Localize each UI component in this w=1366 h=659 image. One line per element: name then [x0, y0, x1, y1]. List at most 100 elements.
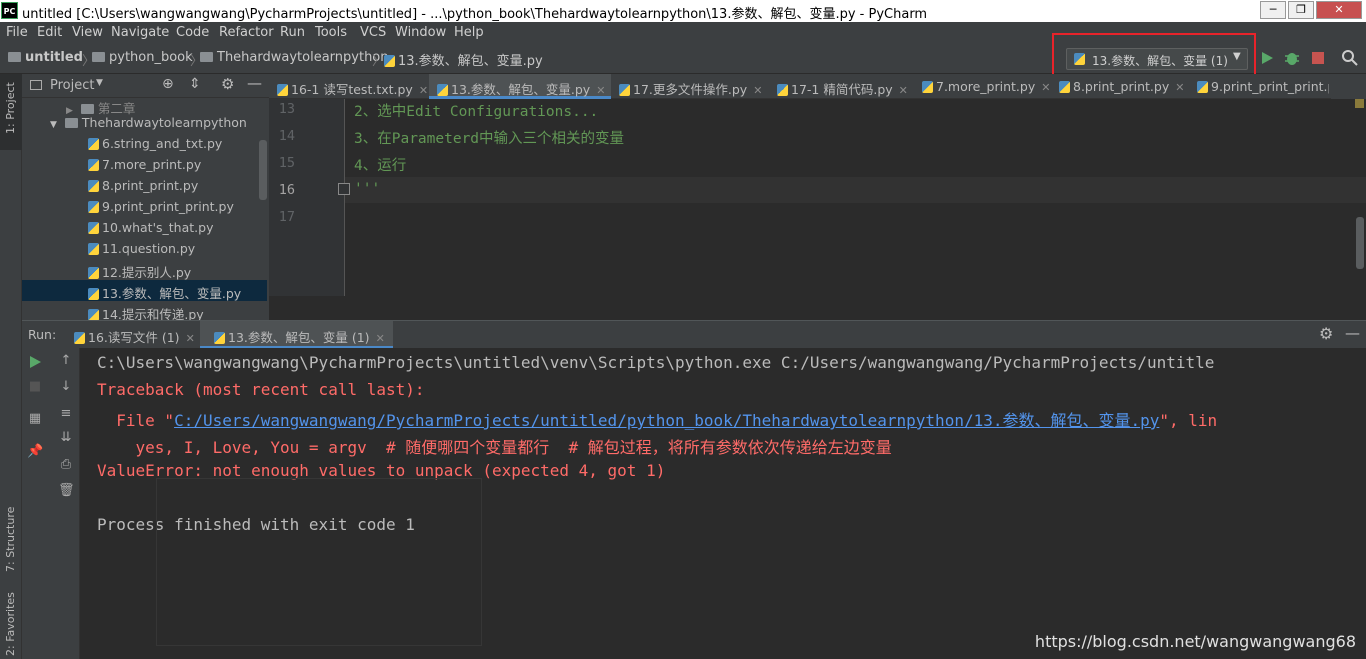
menu-edit[interactable]: Edit	[37, 25, 62, 40]
tree-item-file[interactable]: 7.more_print.py	[88, 157, 201, 172]
tree-item-file[interactable]: 11.question.py	[88, 241, 195, 256]
console-file-line: File "C:/Users/wangwangwang/PycharmProje…	[97, 411, 1218, 430]
line-number: 15	[278, 155, 295, 171]
breadcrumb-thehardway[interactable]: Thehardwaytolearnpython	[200, 50, 389, 65]
tree-item-folder[interactable]: ▼ Thehardwaytolearnpython	[50, 115, 247, 130]
tab-overflow[interactable]	[1331, 74, 1366, 99]
close-button[interactable]: ✕	[1316, 1, 1362, 19]
tab-13-active[interactable]: 13.参数、解包、变量.py ✕	[429, 74, 611, 99]
tab-16-1[interactable]: 16-1 读写test.txt.py ✕	[269, 74, 429, 99]
project-view-selector[interactable]: Project	[50, 78, 94, 93]
project-tool-label[interactable]: 1: Project	[4, 82, 17, 134]
search-icon[interactable]	[1341, 49, 1359, 67]
current-line-highlight	[345, 177, 1366, 203]
python-file-icon	[88, 138, 99, 150]
breadcrumb-python-book[interactable]: python_book	[92, 50, 193, 65]
python-file-icon	[437, 84, 448, 96]
python-file-icon	[277, 84, 288, 96]
project-scrollbar[interactable]	[259, 140, 267, 200]
tab-17[interactable]: 17.更多文件操作.py ✕	[611, 74, 769, 99]
structure-tool-label[interactable]: 7: Structure	[4, 507, 17, 572]
code-line: '''	[354, 181, 381, 197]
close-tab-icon[interactable]: ✕	[1041, 81, 1050, 94]
rerun-icon[interactable]	[28, 355, 42, 369]
menu-help[interactable]: Help	[454, 25, 484, 40]
menu-tools[interactable]: Tools	[315, 25, 347, 40]
tree-item-file[interactable]: 10.what's_that.py	[88, 220, 213, 235]
project-panel: Project ▼ ⊕ ⇕ ⚙ — ▶ 第二章 ▼ Thehardwaytolear…	[22, 74, 269, 322]
tab-17-1[interactable]: 17-1 精简代码.py ✕	[769, 74, 914, 99]
tree-item-file[interactable]: 12.提示别人.py	[88, 262, 191, 281]
menu-run[interactable]: Run	[280, 25, 305, 40]
menu-navigate[interactable]: Navigate	[111, 25, 169, 40]
collapse-all-icon[interactable]: ⇕	[189, 76, 201, 92]
editor-tabs: 16-1 读写test.txt.py ✕ 13.参数、解包、变量.py ✕ 17.更…	[269, 74, 1366, 99]
left-tool-strip: 1: Project 7: Structure 2: Favorites	[0, 74, 22, 659]
close-tab-icon[interactable]: ✕	[1175, 81, 1184, 94]
soft-wrap-icon[interactable]: ≡	[58, 406, 74, 422]
tab-7[interactable]: 7.more_print.py ✕	[914, 74, 1051, 99]
code-editor[interactable]: 13 14 15 16 17 2、选中Edit Configurations..…	[269, 99, 1366, 296]
line-number: 16	[278, 182, 295, 198]
tree-item-file[interactable]: 6.string_and_txt.py	[88, 136, 222, 151]
console-file-link[interactable]: C:/Users/wangwangwang/PycharmProjects/un…	[174, 411, 1159, 430]
console-traceback: Traceback (most recent call last):	[97, 380, 425, 399]
maximize-button[interactable]: ❐	[1288, 1, 1314, 19]
stop-icon[interactable]: ■	[27, 379, 43, 395]
run-tab-13-active[interactable]: 13.参数、解包、变量 (1) ✕	[200, 321, 393, 349]
close-tab-icon[interactable]: ✕	[376, 332, 385, 345]
line-number: 13	[278, 101, 295, 117]
python-file-icon	[619, 84, 630, 96]
pin-icon[interactable]: 📌	[27, 444, 43, 460]
minimize-button[interactable]: ─	[1260, 1, 1286, 19]
breadcrumb-project[interactable]: untitled	[8, 50, 83, 65]
menu-file[interactable]: File	[6, 25, 28, 40]
python-file-icon	[922, 81, 933, 93]
menu-view[interactable]: View	[72, 25, 103, 40]
tab-8[interactable]: 8.print_print.py ✕	[1051, 74, 1189, 99]
python-file-icon	[88, 267, 99, 279]
run-tab-16[interactable]: 16.读写文件 (1) ✕	[74, 327, 195, 346]
fold-icon[interactable]	[338, 183, 350, 195]
console-output[interactable]: C:\Users\wangwangwang\PycharmProjects\un…	[80, 348, 1366, 659]
down-arrow-icon[interactable]: ↓	[58, 379, 74, 395]
python-icon	[74, 332, 85, 344]
run-icon[interactable]	[1259, 50, 1275, 66]
hide-icon[interactable]: —	[247, 74, 262, 92]
tab-9[interactable]: 9.print_print_print.py	[1189, 74, 1329, 99]
trash-icon[interactable]: 🗑	[58, 483, 75, 499]
console-overlay-frame	[156, 478, 482, 646]
menu-vcs[interactable]: VCS	[360, 25, 386, 40]
close-tab-icon[interactable]: ✕	[596, 84, 605, 97]
menu-refactor[interactable]: Refactor	[219, 25, 274, 40]
tree-item-file-selected[interactable]: 13.参数、解包、变量.py	[22, 280, 267, 301]
up-arrow-icon[interactable]: ↑	[58, 353, 74, 369]
print-icon[interactable]: ⎙	[58, 457, 74, 473]
folder-icon	[92, 52, 105, 62]
breadcrumb-file[interactable]: 13.参数、解包、变量.py	[384, 50, 543, 69]
menu-code[interactable]: Code	[176, 25, 209, 40]
hide-icon[interactable]: —	[1345, 324, 1360, 342]
scroll-to-end-icon[interactable]: ⇊	[58, 430, 74, 446]
gear-icon[interactable]: ⚙	[1319, 324, 1333, 343]
layout-icon[interactable]: ▦	[27, 411, 43, 427]
close-tab-icon[interactable]: ✕	[186, 332, 195, 345]
tree-item-file[interactable]: 9.print_print_print.py	[88, 199, 234, 214]
inspection-indicator[interactable]	[1355, 99, 1364, 108]
project-view-icon	[30, 80, 42, 90]
editor-scrollbar[interactable]	[1356, 217, 1364, 269]
close-tab-icon[interactable]: ✕	[419, 84, 428, 97]
chevron-down-icon[interactable]: ▼	[96, 78, 103, 88]
python-file-icon	[384, 55, 395, 67]
favorites-tool-label[interactable]: 2: Favorites	[4, 592, 17, 656]
locate-icon[interactable]: ⊕	[162, 76, 174, 92]
python-file-icon	[88, 201, 99, 213]
menu-window[interactable]: Window	[395, 25, 446, 40]
gear-icon[interactable]: ⚙	[221, 75, 234, 93]
debug-icon[interactable]	[1284, 50, 1300, 66]
close-tab-icon[interactable]: ✕	[753, 84, 762, 97]
tree-item-file[interactable]: 8.print_print.py	[88, 178, 198, 193]
code-line: 4、运行	[354, 158, 407, 174]
close-tab-icon[interactable]: ✕	[899, 84, 908, 97]
stop-icon[interactable]	[1311, 51, 1325, 65]
